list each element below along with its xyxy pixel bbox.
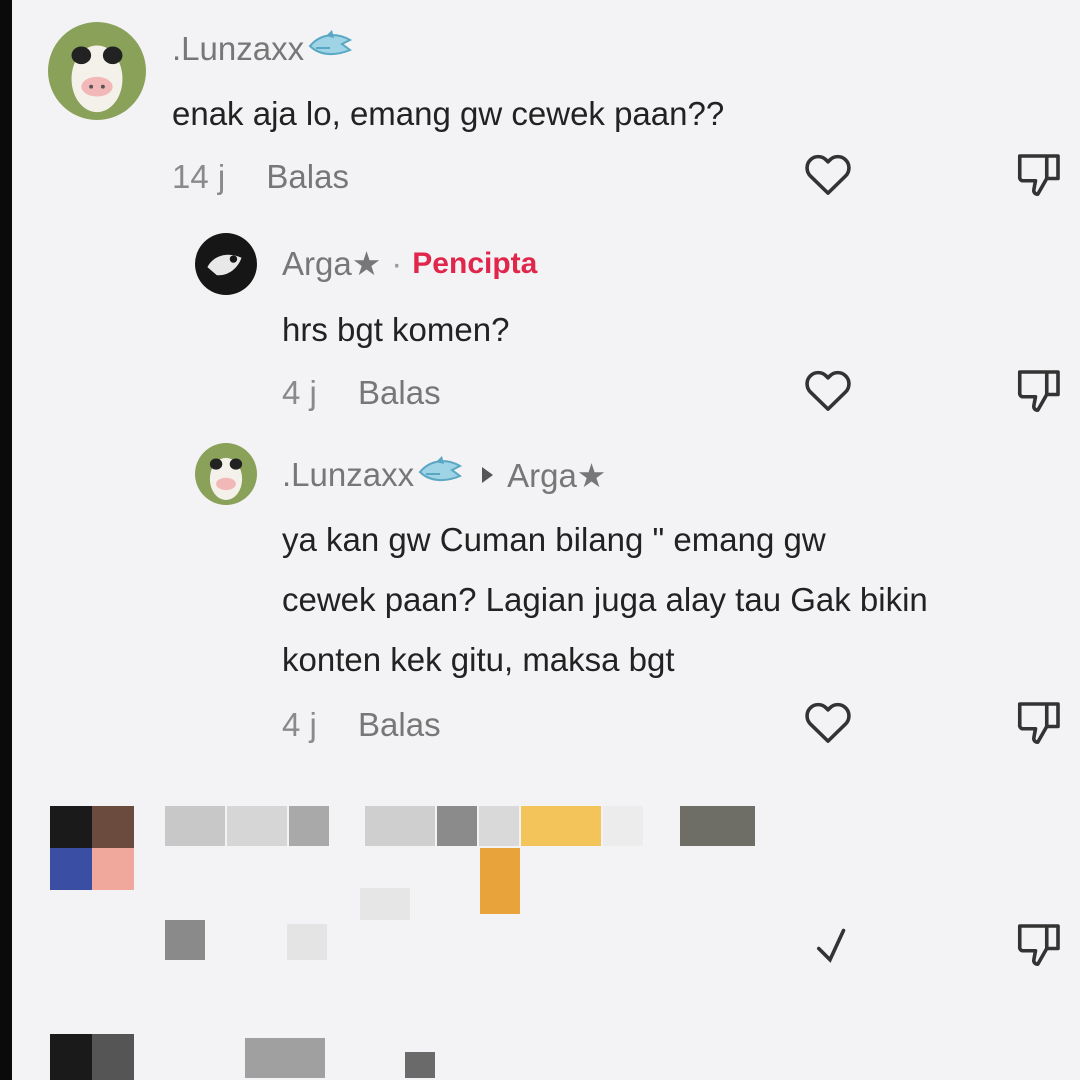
comment-meta: 4 j Balas <box>282 374 441 412</box>
avatar-lunzaxx[interactable] <box>195 443 257 505</box>
like-button[interactable] <box>798 144 858 204</box>
heart-outline-icon <box>805 370 851 411</box>
comment-text: enak aja lo, emang gw cewek paan?? <box>172 95 725 132</box>
thumbs-down-outline-icon <box>1017 702 1060 745</box>
comment-username[interactable]: .Lunzaxx Arga★ <box>282 454 606 496</box>
like-button[interactable] <box>798 360 858 420</box>
avatar-arga[interactable] <box>195 233 257 295</box>
reply-button[interactable]: Balas <box>266 158 349 195</box>
comment-text: ya kan gw Cuman bilang " emang gw cewek … <box>282 521 928 678</box>
comment-time: 4 j <box>282 706 317 743</box>
avatar-lunzaxx[interactable] <box>48 22 146 120</box>
redacted-username <box>165 806 765 846</box>
thumbs-down-outline-icon <box>1017 924 1060 967</box>
redacted-avatar <box>50 806 134 890</box>
redacted-text <box>360 848 520 920</box>
dislike-button[interactable] <box>1010 914 1070 974</box>
comment-time: 14 j <box>172 158 226 195</box>
redacted-comment <box>0 790 1080 1080</box>
redacted-meta <box>165 920 345 960</box>
thumbs-down-outline-icon <box>1017 370 1060 413</box>
reply-to-username[interactable]: Arga★ <box>507 456 606 495</box>
comment-username[interactable]: .Lunzaxx <box>172 28 354 70</box>
like-button[interactable] <box>798 692 858 752</box>
comment-time: 4 j <box>282 374 317 411</box>
shark-emoji-icon <box>416 454 464 496</box>
dislike-button[interactable] <box>1010 692 1070 752</box>
comment-username[interactable]: Arga★ · Pencipta <box>282 244 537 283</box>
dislike-button[interactable] <box>1010 360 1070 420</box>
comment-text: hrs bgt komen? <box>282 311 510 348</box>
comment-meta: 14 j Balas <box>172 158 349 196</box>
heart-outline-icon <box>816 928 846 963</box>
reply-to-arrow-icon <box>482 467 494 483</box>
reply-button[interactable]: Balas <box>358 706 441 743</box>
reply-button[interactable]: Balas <box>358 374 441 411</box>
thumbs-down-outline-icon <box>1017 154 1060 197</box>
heart-outline-icon <box>805 154 851 195</box>
creator-badge: Pencipta <box>412 246 538 280</box>
shark-emoji-icon <box>306 28 354 70</box>
like-button[interactable] <box>800 914 860 974</box>
comment-meta: 4 j Balas <box>282 706 441 744</box>
heart-outline-icon <box>805 702 851 743</box>
redacted-next-avatar <box>50 1034 134 1080</box>
dislike-button[interactable] <box>1010 144 1070 204</box>
redacted-next-username <box>245 1038 445 1078</box>
